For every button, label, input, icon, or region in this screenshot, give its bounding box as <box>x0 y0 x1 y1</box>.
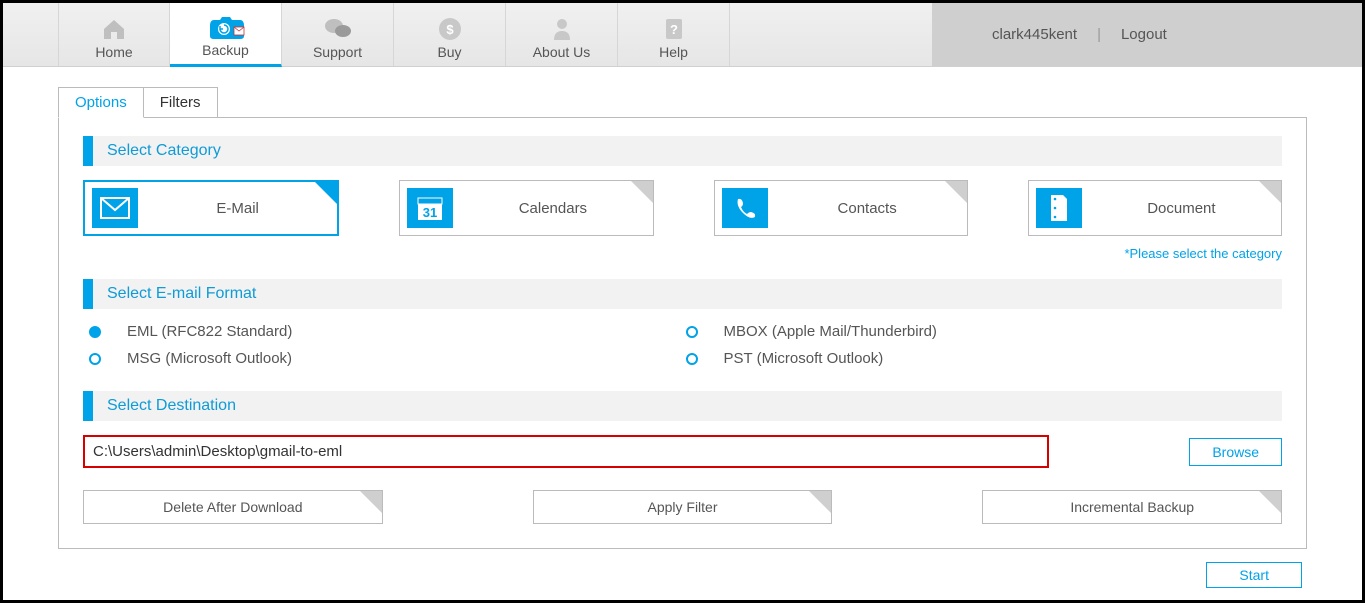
format-msg[interactable]: MSG (Microsoft Outlook) <box>89 350 686 367</box>
format-pst[interactable]: PST (Microsoft Outlook) <box>686 350 1283 367</box>
corner-icon <box>1259 491 1281 513</box>
corner-icon <box>809 491 831 513</box>
incremental-backup-label: Incremental Backup <box>1070 499 1194 515</box>
apply-filter-label: Apply Filter <box>647 499 717 515</box>
section-bar <box>83 136 93 166</box>
nav-buy[interactable]: $ Buy <box>394 3 506 66</box>
incremental-backup-button[interactable]: Incremental Backup <box>982 490 1282 524</box>
category-document-label: Document <box>1082 200 1281 217</box>
format-msg-label: MSG (Microsoft Outlook) <box>127 350 292 367</box>
format-eml[interactable]: EML (RFC822 Standard) <box>89 323 686 340</box>
nav-about[interactable]: About Us <box>506 3 618 66</box>
category-document[interactable]: Document <box>1028 180 1282 236</box>
document-icon <box>1036 188 1082 228</box>
category-calendars[interactable]: 31 Calendars <box>399 180 653 236</box>
section-bar <box>83 391 93 421</box>
format-pst-label: PST (Microsoft Outlook) <box>724 350 884 367</box>
category-hint: *Please select the category <box>83 246 1282 261</box>
selected-corner-icon <box>315 182 337 204</box>
nav-about-label: About Us <box>533 44 591 60</box>
corner-icon <box>360 491 382 513</box>
format-mbox[interactable]: MBOX (Apple Mail/Thunderbird) <box>686 323 1283 340</box>
svg-text:$: $ <box>446 22 454 37</box>
section-destination-title: Select Destination <box>107 397 236 415</box>
category-contacts[interactable]: Contacts <box>714 180 968 236</box>
svg-text:31: 31 <box>423 205 437 220</box>
section-select-format: Select E-mail Format <box>83 279 1282 309</box>
logout-link[interactable]: Logout <box>1121 26 1167 43</box>
section-bar <box>83 279 93 309</box>
top-navigation: Home Backup Support $ <box>3 3 1362 67</box>
nav-support[interactable]: Support <box>282 3 394 66</box>
user-separator: | <box>1097 26 1101 43</box>
category-calendars-label: Calendars <box>453 200 652 217</box>
browse-button[interactable]: Browse <box>1189 438 1282 466</box>
nav-backup-label: Backup <box>202 42 249 58</box>
corner-icon <box>631 181 653 203</box>
category-email-label: E-Mail <box>138 200 337 217</box>
radio-selected-icon <box>89 326 101 338</box>
tab-filters[interactable]: Filters <box>143 87 218 118</box>
svg-text:?: ? <box>670 22 678 37</box>
tab-options[interactable]: Options <box>58 87 144 118</box>
corner-icon <box>945 181 967 203</box>
start-row: Start <box>1206 562 1302 588</box>
user-area: clark445kent | Logout <box>932 3 1362 66</box>
nav-home-label: Home <box>95 44 132 60</box>
about-icon <box>549 14 575 44</box>
nav-buy-label: Buy <box>437 44 461 60</box>
calendar-icon: 31 <box>407 188 453 228</box>
apply-filter-button[interactable]: Apply Filter <box>533 490 833 524</box>
format-options: EML (RFC822 Standard) MBOX (Apple Mail/T… <box>83 323 1282 367</box>
category-cards: E-Mail 31 Calendars Contacts <box>83 180 1282 236</box>
options-panel: Select Category E-Mail 31 Calendars <box>58 117 1307 549</box>
buy-icon: $ <box>437 14 463 44</box>
nav-backup[interactable]: Backup <box>170 3 282 67</box>
section-select-destination: Select Destination <box>83 391 1282 421</box>
support-icon <box>323 14 353 44</box>
radio-icon <box>686 353 698 365</box>
option-buttons-row: Delete After Download Apply Filter Incre… <box>83 490 1282 524</box>
help-icon: ? <box>662 14 686 44</box>
username-label: clark445kent <box>992 26 1077 43</box>
delete-after-download-button[interactable]: Delete After Download <box>83 490 383 524</box>
delete-after-download-label: Delete After Download <box>163 499 302 515</box>
home-icon <box>100 14 128 44</box>
nav-help-label: Help <box>659 44 688 60</box>
section-format-title: Select E-mail Format <box>107 285 256 303</box>
category-email[interactable]: E-Mail <box>83 180 339 236</box>
start-button[interactable]: Start <box>1206 562 1302 588</box>
nav-support-label: Support <box>313 44 362 60</box>
radio-icon <box>89 353 101 365</box>
nav-help[interactable]: ? Help <box>618 3 730 66</box>
destination-input[interactable] <box>83 435 1049 468</box>
contacts-icon <box>722 188 768 228</box>
section-category-title: Select Category <box>107 142 221 160</box>
email-icon <box>92 188 138 228</box>
backup-icon <box>206 12 246 42</box>
format-eml-label: EML (RFC822 Standard) <box>127 323 292 340</box>
destination-row: Browse <box>83 435 1282 468</box>
format-mbox-label: MBOX (Apple Mail/Thunderbird) <box>724 323 937 340</box>
radio-icon <box>686 326 698 338</box>
category-contacts-label: Contacts <box>768 200 967 217</box>
nav-home[interactable]: Home <box>58 3 170 66</box>
corner-icon <box>1259 181 1281 203</box>
tabs: Options Filters <box>58 87 1307 118</box>
section-select-category: Select Category <box>83 136 1282 166</box>
